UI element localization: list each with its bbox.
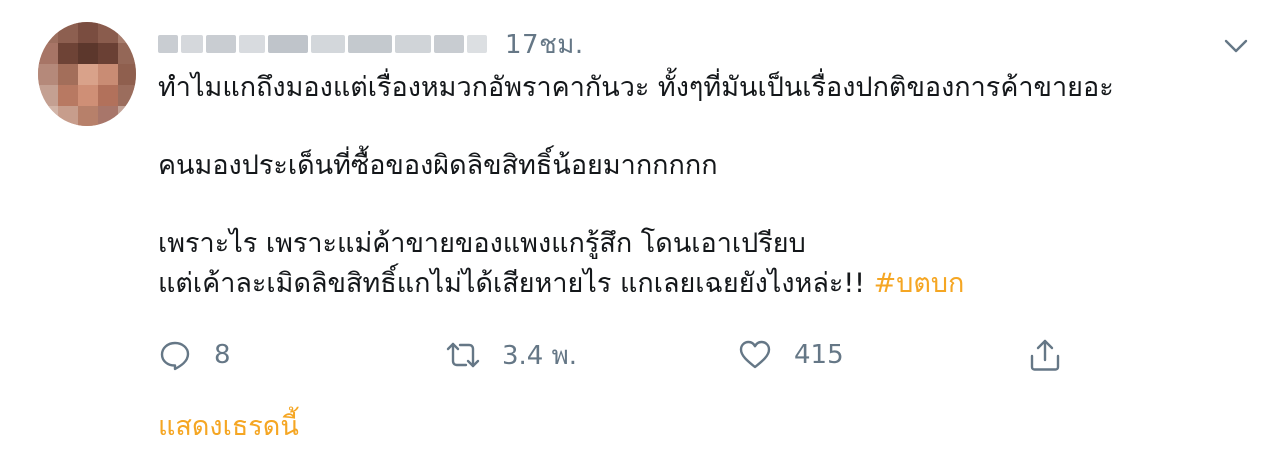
avatar[interactable]: [38, 22, 136, 126]
reply-bubble-icon: [160, 341, 190, 371]
hashtag-link[interactable]: #บตบก: [874, 268, 965, 299]
show-thread-link[interactable]: แสดงเธรดนี้: [158, 404, 299, 447]
share-icon: [1030, 339, 1060, 371]
blurred-username[interactable]: [158, 35, 487, 53]
heart-icon: [739, 340, 771, 369]
reply-button[interactable]: 8: [158, 332, 231, 378]
retweet-count: 3.4 พ.: [502, 340, 578, 371]
tweet-line-with-hashtag: แต่เค้าละเมิดลิขสิทธิ์แกไม่ได้เสียหายไร …: [158, 264, 1258, 304]
tweet-actions: 8 3.4 พ. 415: [158, 332, 1088, 378]
like-button[interactable]: 415: [738, 332, 844, 378]
tweet-line: แต่เค้าละเมิดลิขสิทธิ์แกไม่ได้เสียหายไร …: [158, 268, 874, 299]
tweet-line: ทำไมแกถึงมองแต่เรื่องหมวกอัพราคากันวะ ทั…: [158, 72, 1114, 103]
tweet-line: คนมองประเด็นที่ซื้อของผิดลิขสิทธิ์น้อยมา…: [158, 150, 718, 181]
tweet-timestamp[interactable]: 17ชม.: [505, 24, 584, 65]
reply-count: 8: [214, 340, 231, 370]
tweet-text: ทำไมแกถึงมองแต่เรื่องหมวกอัพราคากันวะ ทั…: [158, 68, 1258, 304]
tweet-card[interactable]: 17ชม. ทำไมแกถึงมองแต่เรื่องหมวกอัพราคากั…: [0, 0, 1280, 457]
retweet-icon: [446, 342, 480, 368]
like-count: 415: [794, 340, 844, 370]
tweet-line: เพราะไร เพราะแม่ค้าขายของแพงแกรู้สึก โดน…: [158, 228, 806, 259]
chevron-down-icon[interactable]: [1220, 30, 1252, 62]
share-button[interactable]: [1028, 332, 1084, 378]
tweet-header: 17ชม.: [158, 24, 584, 64]
retweet-button[interactable]: 3.4 พ.: [446, 332, 577, 378]
